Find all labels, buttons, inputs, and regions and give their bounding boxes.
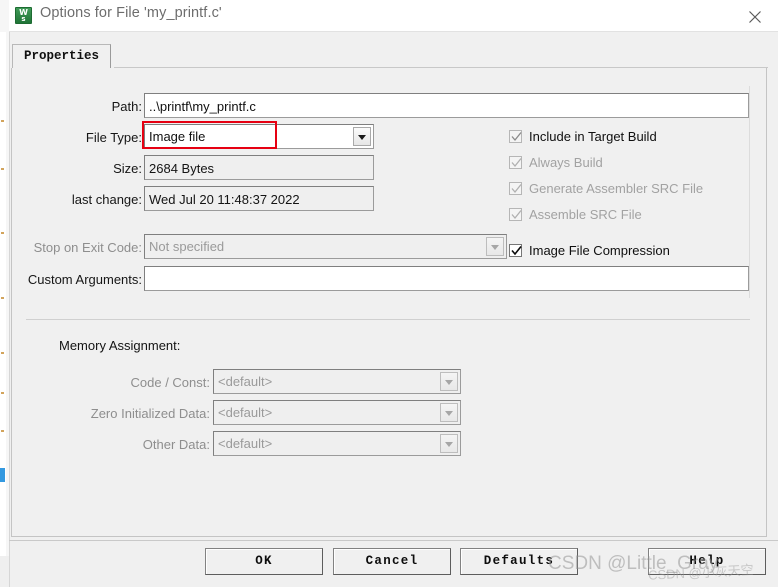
background-tick [1,232,4,234]
zero-initialized-data-dropdown-button[interactable] [440,403,458,422]
checkbox-box [509,156,522,169]
zero-initialized-data-combo[interactable]: <default> [213,400,461,425]
code-const-label: Code / Const: [130,375,211,390]
properties-panel: Path: ..\printf\my_printf.c File Type: I… [11,68,767,537]
tab-properties[interactable]: Properties [12,44,112,69]
zero-initialized-data-value: <default> [218,405,273,420]
checkbox-label: Generate Assembler SRC File [529,181,704,196]
custom-arguments-label: Custom Arguments: [27,272,142,287]
background-tick [1,168,4,170]
background-window-strip [0,0,10,587]
defaults-button[interactable]: Defaults [460,548,578,575]
checkbox-label: Assemble SRC File [529,207,642,222]
close-button[interactable] [732,0,778,31]
code-const-combo[interactable]: <default> [213,369,461,394]
background-tick [1,120,4,122]
background-tick [1,297,4,299]
code-const-dropdown-button[interactable] [440,372,458,391]
app-logo-icon: W s [15,7,32,24]
last-change-field: Wed Jul 20 11:48:37 2022 [144,186,374,211]
section-divider [26,319,750,320]
file-type-combo[interactable]: Image file [144,124,374,149]
path-label: Path: [111,99,142,114]
code-const-value: <default> [218,374,273,389]
close-icon [749,11,761,23]
checkbox-box [509,208,522,221]
checkbox-label: Include in Target Build [529,129,657,144]
dialog-window: W s Options for File 'my_printf.c' Prope… [0,0,778,587]
title-bar: W s Options for File 'my_printf.c' [9,0,778,32]
background-tick [1,352,4,354]
check-icon [511,132,522,142]
last-change-label: last change: [71,192,142,207]
zero-initialized-data-label: Zero Initialized Data: [90,406,210,421]
custom-arguments-field[interactable] [144,266,749,291]
footer-divider [9,540,778,541]
chevron-down-icon [358,135,366,140]
stop-on-exit-code-combo[interactable]: Not specified [144,234,507,259]
ok-button[interactable]: OK [205,548,323,575]
file-type-label: File Type: [85,130,142,145]
check-icon [511,246,522,256]
stop-on-exit-code-value: Not specified [149,239,225,254]
background-selection-marker [0,468,5,482]
size-label: Size: [113,161,142,176]
chevron-down-icon [445,442,453,447]
checkbox-box [509,244,522,257]
background-tick [1,430,4,432]
checkbox-box [509,130,522,143]
other-data-label: Other Data: [142,437,210,452]
check-icon [511,158,522,168]
app-logo-glyph-bottom: s [21,15,26,23]
check-icon [511,210,522,220]
stop-on-exit-code-dropdown-button[interactable] [486,237,504,256]
help-button[interactable]: Help [648,548,766,575]
other-data-dropdown-button[interactable] [440,434,458,453]
other-data-value: <default> [218,436,273,451]
other-data-combo[interactable]: <default> [213,431,461,456]
chevron-down-icon [445,411,453,416]
background-window-footer [0,556,9,587]
window-title: Options for File 'my_printf.c' [40,5,222,21]
file-type-dropdown-button[interactable] [353,127,371,146]
background-tick [1,392,4,394]
checkbox-label: Image File Compression [529,243,670,258]
check-icon [511,184,522,194]
path-field[interactable]: ..\printf\my_printf.c [144,93,749,118]
checkbox-box [509,182,522,195]
checkbox-label: Always Build [529,155,603,170]
cancel-button[interactable]: Cancel [333,548,451,575]
stop-on-exit-code-label: Stop on Exit Code: [33,240,142,255]
chevron-down-icon [491,245,499,250]
size-field: 2684 Bytes [144,155,374,180]
chevron-down-icon [445,380,453,385]
memory-assignment-title: Memory Assignment: [59,338,181,353]
form-right-edge [749,86,750,298]
tab-strip: Properties [10,44,768,69]
file-type-value: Image file [149,129,206,144]
